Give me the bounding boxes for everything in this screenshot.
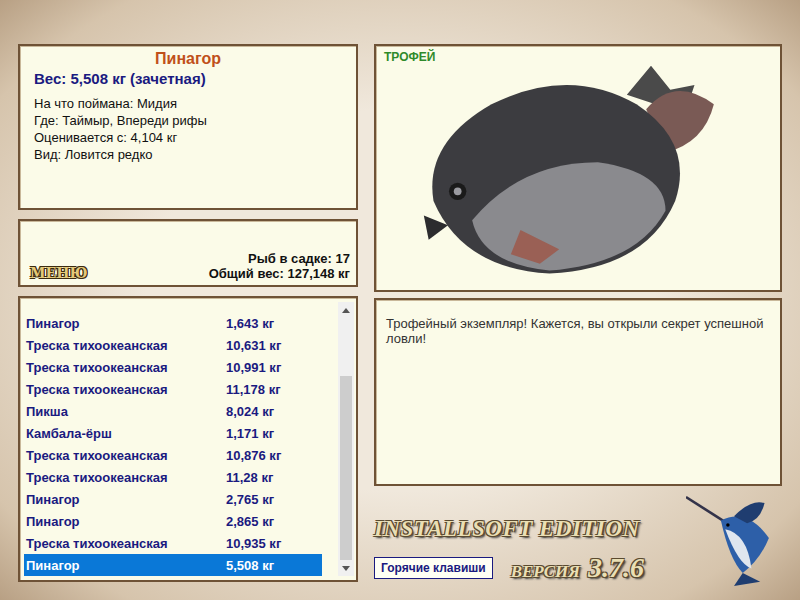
lumpfish-image xyxy=(404,56,724,288)
arrow-down-icon xyxy=(342,566,350,571)
keepnet-panel: МЕНЮ Рыб в садке: 17 Общий вес: 127,148 … xyxy=(18,219,358,287)
catch-list: Пинагор 1,643 кгТреска тихоокеанская 10,… xyxy=(18,296,358,582)
trophy-badge: ТРОФЕЙ xyxy=(384,50,772,64)
catch-name: Пинагор xyxy=(26,316,226,331)
fish-detail: Вид: Ловится редко xyxy=(34,146,342,163)
scroll-down-button[interactable] xyxy=(338,560,354,576)
catch-weight: 10,991 кг xyxy=(226,360,281,375)
right-column: ТРОФЕЙ Трофейный экземпляр! Кажется, вы … xyxy=(374,44,782,586)
catch-row[interactable]: Пикша 8,024 кг xyxy=(24,400,322,422)
catch-rows: Пинагор 1,643 кгТреска тихоокеанская 10,… xyxy=(24,302,338,576)
catch-name: Пинагор xyxy=(26,492,226,507)
catch-row[interactable]: Треска тихоокеанская 11,28 кг xyxy=(24,466,322,488)
total-weight: Общий вес: 127,148 кг xyxy=(209,266,350,281)
catch-row[interactable]: Камбала-ёрш 1,171 кг xyxy=(24,422,322,444)
catch-name: Камбала-ёрш xyxy=(26,426,226,441)
trophy-message: Трофейный экземпляр! Кажется, вы открыли… xyxy=(386,316,770,346)
catch-weight: 5,508 кг xyxy=(226,558,274,573)
scroll-up-button[interactable] xyxy=(338,302,354,318)
arrow-up-icon xyxy=(342,308,350,313)
catch-name: Треска тихоокеанская xyxy=(26,338,226,353)
fish-weight: Вес: 5,508 кг (зачетная) xyxy=(34,70,342,87)
catch-weight: 1,171 кг xyxy=(226,426,274,441)
branding: INSTALLSOFT EDITION Горячие клавиши ВЕРС… xyxy=(374,516,686,586)
catch-weight: 11,28 кг xyxy=(226,470,273,485)
scrollbar[interactable] xyxy=(338,302,354,576)
hotkeys-button[interactable]: Горячие клавиши xyxy=(374,557,493,579)
fish-name: Пинагор xyxy=(34,50,342,68)
branding-area: INSTALLSOFT EDITION Горячие клавиши ВЕРС… xyxy=(374,492,782,586)
catch-row[interactable]: Пинагор 5,508 кг xyxy=(24,554,322,576)
catch-row[interactable]: Треска тихоокеанская 10,991 кг xyxy=(24,356,322,378)
catch-row[interactable]: Треска тихоокеанская 10,935 кг xyxy=(24,532,322,554)
version-label: ВЕРСИЯ xyxy=(511,562,580,582)
catch-weight: 2,865 кг xyxy=(226,514,274,529)
game-screen: Пинагор Вес: 5,508 кг (зачетная) На что … xyxy=(0,0,800,600)
catch-name: Пинагор xyxy=(26,558,226,573)
catch-weight: 1,643 кг xyxy=(226,316,274,331)
trophy-picture: ТРОФЕЙ xyxy=(374,44,782,292)
fish-detail: Где: Таймыр, Впереди рифы xyxy=(34,112,342,129)
scroll-thumb[interactable] xyxy=(340,376,352,560)
version: ВЕРСИЯ 3.7.6 xyxy=(511,552,644,584)
catch-weight: 10,935 кг xyxy=(226,536,281,551)
version-number: 3.7.6 xyxy=(588,552,644,584)
catch-name: Пинагор xyxy=(26,514,226,529)
catch-weight: 10,631 кг xyxy=(226,338,281,353)
catch-weight: 2,765 кг xyxy=(226,492,274,507)
fish-detail: Оценивается с: 4,104 кг xyxy=(34,129,342,146)
catch-weight: 11,178 кг xyxy=(226,382,281,397)
catch-row[interactable]: Треска тихоокеанская 10,631 кг xyxy=(24,334,322,356)
marlin-icon xyxy=(686,490,782,586)
edition-logo: INSTALLSOFT EDITION xyxy=(374,516,686,542)
catch-row[interactable]: Треска тихоокеанская 11,178 кг xyxy=(24,378,322,400)
fish-details: На что поймана: МидияГде: Таймыр, Вперед… xyxy=(34,95,342,163)
version-row: Горячие клавиши ВЕРСИЯ 3.7.6 xyxy=(374,552,686,584)
catch-weight: 8,024 кг xyxy=(226,404,274,419)
catch-name: Пикша xyxy=(26,404,226,419)
catch-name: Треска тихоокеанская xyxy=(26,360,226,375)
catch-name: Треска тихоокеанская xyxy=(26,382,226,397)
keepnet-summary: Рыб в садке: 17 Общий вес: 127,148 кг xyxy=(209,251,350,281)
catch-row[interactable]: Пинагор 2,865 кг xyxy=(24,510,322,532)
fish-count: Рыб в садке: 17 xyxy=(209,251,350,266)
catch-row[interactable]: Пинагор 2,765 кг xyxy=(24,488,322,510)
menu-button[interactable]: МЕНЮ xyxy=(30,265,87,281)
fish-card: Пинагор Вес: 5,508 кг (зачетная) На что … xyxy=(18,44,358,210)
catch-weight: 10,876 кг xyxy=(226,448,281,463)
catch-name: Треска тихоокеанская xyxy=(26,470,226,485)
trophy-message-panel: Трофейный экземпляр! Кажется, вы открыли… xyxy=(374,298,782,486)
left-column: Пинагор Вес: 5,508 кг (зачетная) На что … xyxy=(18,44,358,586)
catch-row[interactable]: Треска тихоокеанская 10,876 кг xyxy=(24,444,322,466)
scroll-track[interactable] xyxy=(338,318,354,560)
catch-name: Треска тихоокеанская xyxy=(26,448,226,463)
fish-detail: На что поймана: Мидия xyxy=(34,95,342,112)
catch-row[interactable]: Пинагор 1,643 кг xyxy=(24,312,322,334)
catch-name: Треска тихоокеанская xyxy=(26,536,226,551)
